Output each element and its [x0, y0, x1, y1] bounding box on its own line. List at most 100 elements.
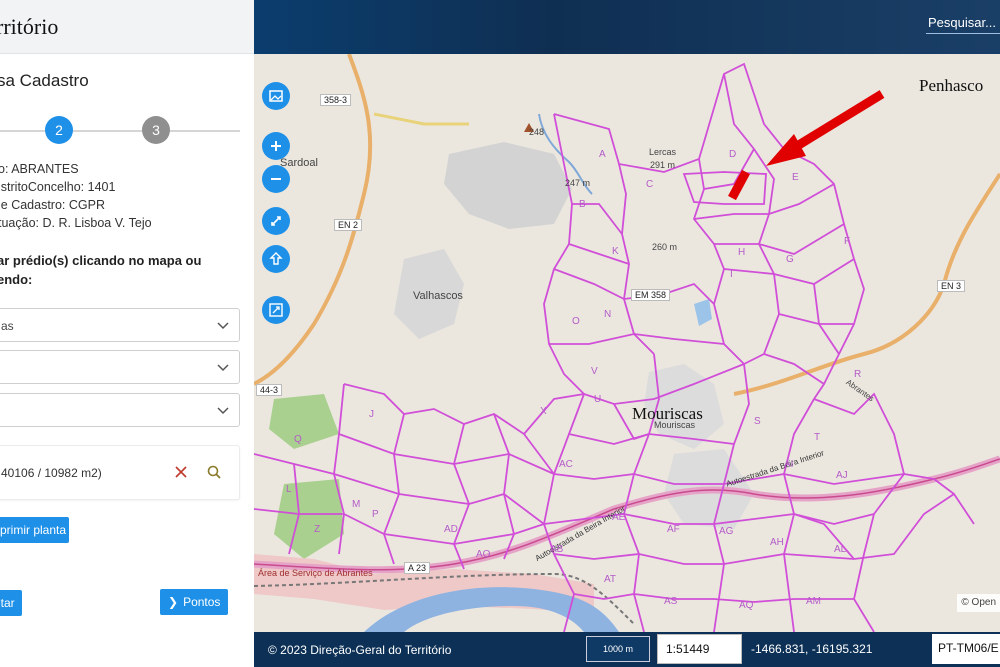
parcel-label[interactable]: AS — [664, 596, 677, 607]
parcel-label[interactable]: V — [591, 366, 598, 377]
parcel-label[interactable]: H — [738, 247, 745, 258]
parcel-label[interactable]: X — [540, 406, 547, 417]
step-3-indicator[interactable]: 3 — [142, 116, 170, 144]
chevron-down-icon — [217, 364, 229, 372]
arrow-up-icon — [269, 252, 283, 265]
instruction-text: ar prédio(s) clicando no mapa ou endo: — [0, 253, 202, 287]
parcel-label[interactable]: P — [372, 509, 379, 520]
zoom-in-button[interactable] — [262, 132, 290, 160]
parcel-label[interactable]: K — [612, 246, 619, 257]
chevron-down-icon — [217, 322, 229, 330]
road-label-2443: 44-3 — [256, 384, 283, 396]
parcel-label[interactable]: M — [352, 499, 360, 510]
copyright-text: © 2023 Direção-Geral do Território — [268, 643, 452, 657]
parcel-label[interactable]: U — [594, 394, 601, 405]
road-label-a23: A 23 — [404, 562, 431, 574]
road-minor — [373, 112, 469, 126]
label-lercas: Lercas — [649, 147, 677, 157]
parcel-label[interactable]: AJ — [836, 470, 848, 481]
road-label-3583: 358-3 — [320, 94, 352, 106]
zoom-out-button[interactable] — [262, 165, 290, 193]
step-connector — [73, 130, 142, 132]
full-extent-button[interactable] — [262, 207, 290, 235]
label-altitude-260: 260 m — [652, 242, 678, 252]
label-sardoal: Sardoal — [280, 157, 318, 169]
parcel-label[interactable]: AQ — [739, 600, 753, 611]
close-icon[interactable] — [173, 464, 189, 480]
info-municipality: o: ABRANTES — [0, 162, 79, 176]
search-link[interactable]: Pesquisar... — [928, 15, 996, 30]
parcel-label[interactable]: A — [599, 149, 606, 160]
parcel-label[interactable]: AH — [770, 537, 784, 548]
step-connector — [170, 130, 240, 132]
parcel-label[interactable]: R — [854, 369, 861, 380]
scale-input[interactable]: 1:51449 — [657, 634, 742, 664]
points-button-label: Pontos — [183, 595, 221, 609]
status-bar: © 2023 Direção-Geral do Território 1000 … — [254, 632, 1000, 667]
parcel-label[interactable]: AM — [806, 596, 821, 607]
image-layers-icon — [269, 90, 283, 102]
parcel-label[interactable]: AD — [444, 524, 458, 535]
label-service-area: Área de Serviço de Abrantes — [258, 568, 373, 578]
parcel-label[interactable]: E — [792, 172, 799, 183]
water-body — [694, 299, 712, 326]
label-valhascos: Valhascos — [413, 290, 463, 302]
parcel-label[interactable]: S — [754, 416, 761, 427]
parcel-label[interactable]: Q — [294, 434, 302, 445]
parcel-label[interactable]: C — [646, 179, 653, 190]
parcel-label[interactable]: AT — [604, 574, 616, 585]
panel-header: rritório — [0, 0, 254, 54]
parcel-label[interactable]: T — [814, 432, 820, 443]
parcel-label[interactable]: B — [579, 199, 586, 210]
search-icon[interactable] — [206, 464, 222, 480]
layers-button[interactable] — [262, 82, 290, 110]
label-altitude-247: 247 m — [565, 178, 591, 188]
search-underline — [926, 33, 1000, 34]
back-button[interactable]: ltar — [0, 590, 22, 616]
print-plan-button[interactable]: primir planta — [0, 517, 69, 543]
parcel-label[interactable]: AG — [719, 526, 733, 537]
map-attribution[interactable]: © Open — [957, 594, 1000, 612]
plus-icon — [271, 141, 281, 151]
parcel-label[interactable]: AF — [667, 524, 680, 535]
crs-selector[interactable]: PT-TM06/E — [932, 634, 1000, 664]
parcel-label[interactable]: F — [844, 236, 850, 247]
info-cadastre-type: le Cadastro: CGPR — [0, 198, 105, 212]
parcel-label[interactable]: AB — [550, 544, 563, 555]
stepper: 2 3 — [0, 114, 254, 148]
parcel-label[interactable]: Z — [314, 524, 320, 535]
parcel-label[interactable]: I — [730, 269, 733, 280]
label-lercas-altitude: 291 m — [650, 160, 676, 170]
road-label-en2: EN 2 — [334, 219, 363, 231]
info-actuation: tuação: D. R. Lisboa V. Tejo — [0, 216, 152, 230]
select-dropdown-1[interactable]: as — [0, 308, 240, 342]
points-button[interactable]: ❯ Pontos — [160, 589, 228, 615]
parcel-label[interactable]: AO — [476, 549, 490, 560]
select-dropdown-2[interactable] — [0, 350, 240, 384]
coordinates-readout: -1466.831, -16195.321 — [751, 642, 873, 656]
info-district-county: istritoConcelho: 1401 — [0, 180, 116, 194]
select-dropdown-3[interactable] — [0, 393, 240, 427]
selected-parcel — [682, 171, 767, 205]
parcel-label[interactable]: AC — [559, 459, 573, 470]
parcel-label[interactable]: G — [786, 254, 794, 265]
parcel-label[interactable]: N — [604, 309, 611, 320]
parcel-label[interactable]: D — [729, 149, 736, 160]
parcel-boundaries — [254, 62, 975, 632]
parcel-label[interactable]: O — [572, 316, 580, 327]
fullscreen-icon — [269, 303, 283, 317]
step-2-indicator[interactable]: 2 — [45, 116, 73, 144]
map-canvas[interactable]: Penhasco Mouriscas Mouriscas Sardoal Val… — [254, 54, 1000, 632]
upload-button[interactable] — [262, 245, 290, 273]
step-connector — [0, 130, 45, 132]
parcel-label[interactable]: AI — [784, 459, 793, 470]
road-label-en3: EN 3 — [937, 280, 966, 292]
fullscreen-button[interactable] — [262, 296, 290, 324]
panel-subtitle: sa Cadastro — [0, 71, 89, 90]
top-bar: Pesquisar... — [254, 0, 1000, 54]
chevron-down-icon — [217, 407, 229, 415]
parcel-label[interactable]: L — [286, 484, 292, 495]
parcel-label[interactable]: AE — [612, 512, 625, 523]
parcel-label[interactable]: AL — [834, 544, 846, 555]
parcel-label[interactable]: J — [369, 409, 374, 420]
